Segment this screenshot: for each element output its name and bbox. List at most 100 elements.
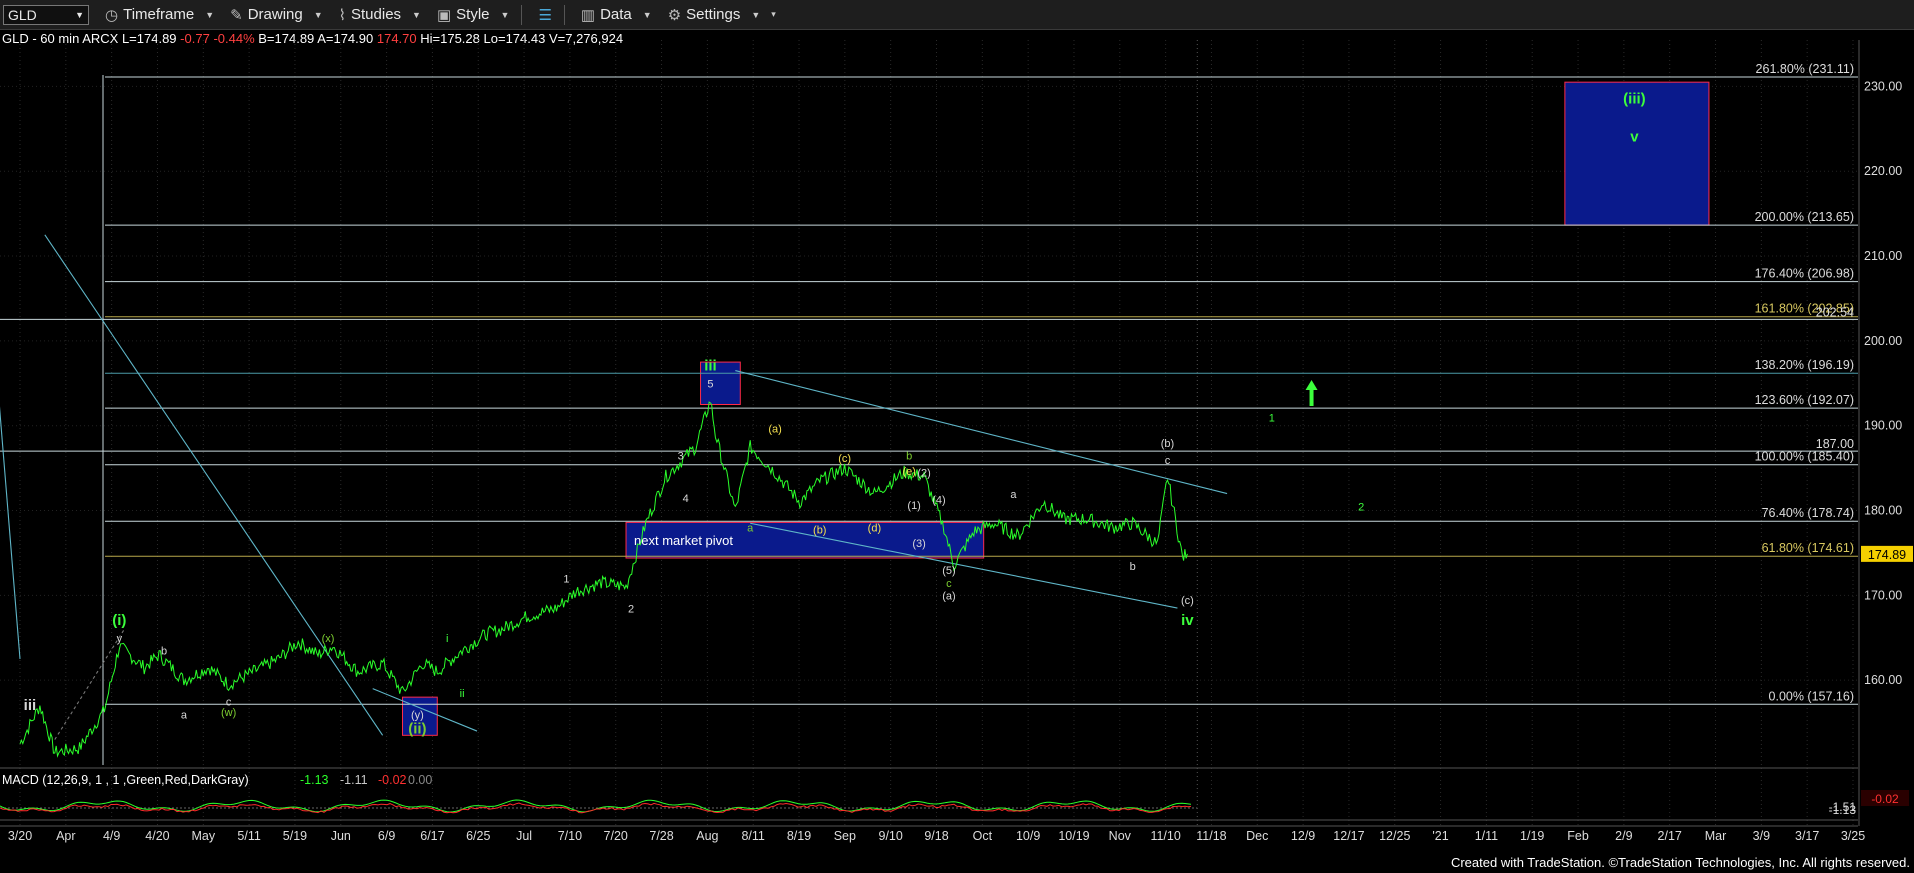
wave-label: 1 <box>1269 412 1275 424</box>
macd-line <box>0 799 1192 813</box>
x-tick-label: 3/9 <box>1753 829 1770 843</box>
wave-label: (3) <box>912 538 925 550</box>
x-tick-label: '21 <box>1432 829 1448 843</box>
x-tick-label: Apr <box>56 829 75 843</box>
wave-label: (i) <box>112 612 126 629</box>
x-tick-label: 1/11 <box>1475 829 1498 843</box>
x-tick-label: Dec <box>1246 829 1268 843</box>
macd-value: 0.00 <box>408 773 432 787</box>
x-tick-label: 12/9 <box>1291 829 1315 843</box>
wave-label: 4 <box>683 493 689 505</box>
fib-label: 76.40% (178.74) <box>1762 506 1854 520</box>
trendline <box>735 370 1228 495</box>
x-tick-label: Feb <box>1567 829 1589 843</box>
level-label: 187.00 <box>1816 437 1854 451</box>
trendlines <box>0 234 1228 740</box>
time-axis: 3/20 Apr 4/9 4/20 May 5/11 5/19 Jun 6/9 6/17 6/25 J… <box>0 825 1865 843</box>
macd-value: -1.11 <box>340 773 368 787</box>
x-tick-label: 11/18 <box>1196 829 1226 843</box>
wave-label: b <box>1130 561 1136 573</box>
wave-label: a <box>747 523 754 535</box>
x-tick-label: 6/9 <box>378 829 395 843</box>
wave-label: v <box>1630 129 1639 146</box>
wave-label: (w) <box>221 707 236 719</box>
wave-label: (x) <box>322 633 335 645</box>
macd-panel: MACD (12,26,9, 1 , 1 ,Green,Red,DarkGray… <box>0 767 1909 821</box>
wave-label: y <box>117 633 123 645</box>
x-tick-label: 2/17 <box>1658 829 1682 843</box>
x-tick-label: 2/9 <box>1615 829 1632 843</box>
box-label: next market pivot <box>634 533 733 548</box>
macd-value: -0.02 <box>378 773 407 787</box>
wave-label: 5 <box>707 379 713 391</box>
x-tick-label: 7/20 <box>604 829 628 843</box>
x-tick-label: 6/25 <box>466 829 490 843</box>
wave-label: iii <box>704 358 717 375</box>
wave-label: iv <box>1181 612 1194 629</box>
fib-label: 0.00% (157.16) <box>1769 689 1854 703</box>
x-tick-label: 12/17 <box>1333 829 1364 843</box>
x-tick-label: 3/20 <box>8 829 32 843</box>
wave-label: (a) <box>768 423 781 435</box>
x-tick-label: 4/9 <box>103 829 120 843</box>
x-tick-label: 1/19 <box>1520 829 1544 843</box>
trendline <box>54 628 125 740</box>
macd-axis-label: -1.13 <box>1829 803 1857 817</box>
y-tick-label: 220.00 <box>1864 164 1902 178</box>
x-tick-label: 8/19 <box>787 829 811 843</box>
fib-label: 138.20% (196.19) <box>1755 358 1854 372</box>
wave-label: (e) <box>902 466 915 478</box>
wave-label: (4) <box>932 495 945 507</box>
chart-boxes: next market pivot <box>401 81 1710 736</box>
x-tick-label: Jun <box>331 829 351 843</box>
trendline <box>44 234 384 736</box>
macd-label: MACD (12,26,9, 1 , 1 ,Green,Red,DarkGray… <box>2 773 249 787</box>
fib-label: 61.80% (174.61) <box>1762 541 1854 555</box>
x-tick-label: Jul <box>516 829 532 843</box>
x-tick-label: Sep <box>834 829 856 843</box>
price-line <box>19 401 1188 758</box>
wave-label: (1) <box>907 500 920 512</box>
x-tick-label: 8/11 <box>741 829 764 843</box>
wave-label: 2 <box>1358 502 1364 514</box>
y-tick-label: 180.00 <box>1864 504 1902 518</box>
wave-label: i <box>446 633 448 645</box>
up-arrow-icon <box>1305 380 1318 407</box>
x-tick-label: 9/18 <box>924 829 948 843</box>
chart-canvas[interactable]: next market pivot 261.80% (231.11) 200.00… <box>0 0 1914 873</box>
wave-label: (c) <box>1181 595 1194 607</box>
last-price-label: 174.89 <box>1868 548 1906 562</box>
x-tick-label: 11/10 <box>1150 829 1180 843</box>
wave-label: (a) <box>942 591 955 603</box>
macd-last-label: -0.02 <box>1871 792 1899 806</box>
fib-label: 261.80% (231.11) <box>1756 62 1854 76</box>
x-tick-label: 5/19 <box>283 829 307 843</box>
wave-label: 2 <box>628 603 634 615</box>
y-tick-label: 160.00 <box>1864 673 1902 687</box>
fib-label: 176.40% (206.98) <box>1755 267 1854 281</box>
footer-credit: Created with TradeStation. ©TradeStation… <box>1450 855 1910 870</box>
wave-label: a <box>1010 489 1017 501</box>
x-tick-label: Oct <box>973 829 993 843</box>
wave-label: a <box>181 709 188 721</box>
wave-label: (b) <box>1161 438 1174 450</box>
price-series <box>19 401 1188 758</box>
y-tick-label: 170.00 <box>1864 588 1902 602</box>
x-tick-label: Nov <box>1109 829 1132 843</box>
price-axis: 160.00 170.00 180.00 190.00 200.00 210.00 220.… <box>1858 40 1913 826</box>
wave-label: (c) <box>838 453 851 465</box>
y-tick-label: 230.00 <box>1864 79 1902 93</box>
x-tick-label: 10/9 <box>1016 829 1040 843</box>
wave-label: (5) <box>942 565 955 577</box>
x-tick-label: May <box>191 829 215 843</box>
wave-label: (y) <box>411 709 424 721</box>
x-tick-label: 5/11 <box>237 829 260 843</box>
fib-label: 200.00% (213.65) <box>1755 210 1854 224</box>
x-tick-label: 4/20 <box>145 829 169 843</box>
wave-label: (2) <box>917 468 930 480</box>
wave-label: b <box>906 451 912 463</box>
y-tick-label: 190.00 <box>1864 419 1902 433</box>
wave-label: c <box>1165 455 1171 467</box>
x-tick-label: Mar <box>1705 829 1727 843</box>
wave-label: ii <box>460 688 465 700</box>
